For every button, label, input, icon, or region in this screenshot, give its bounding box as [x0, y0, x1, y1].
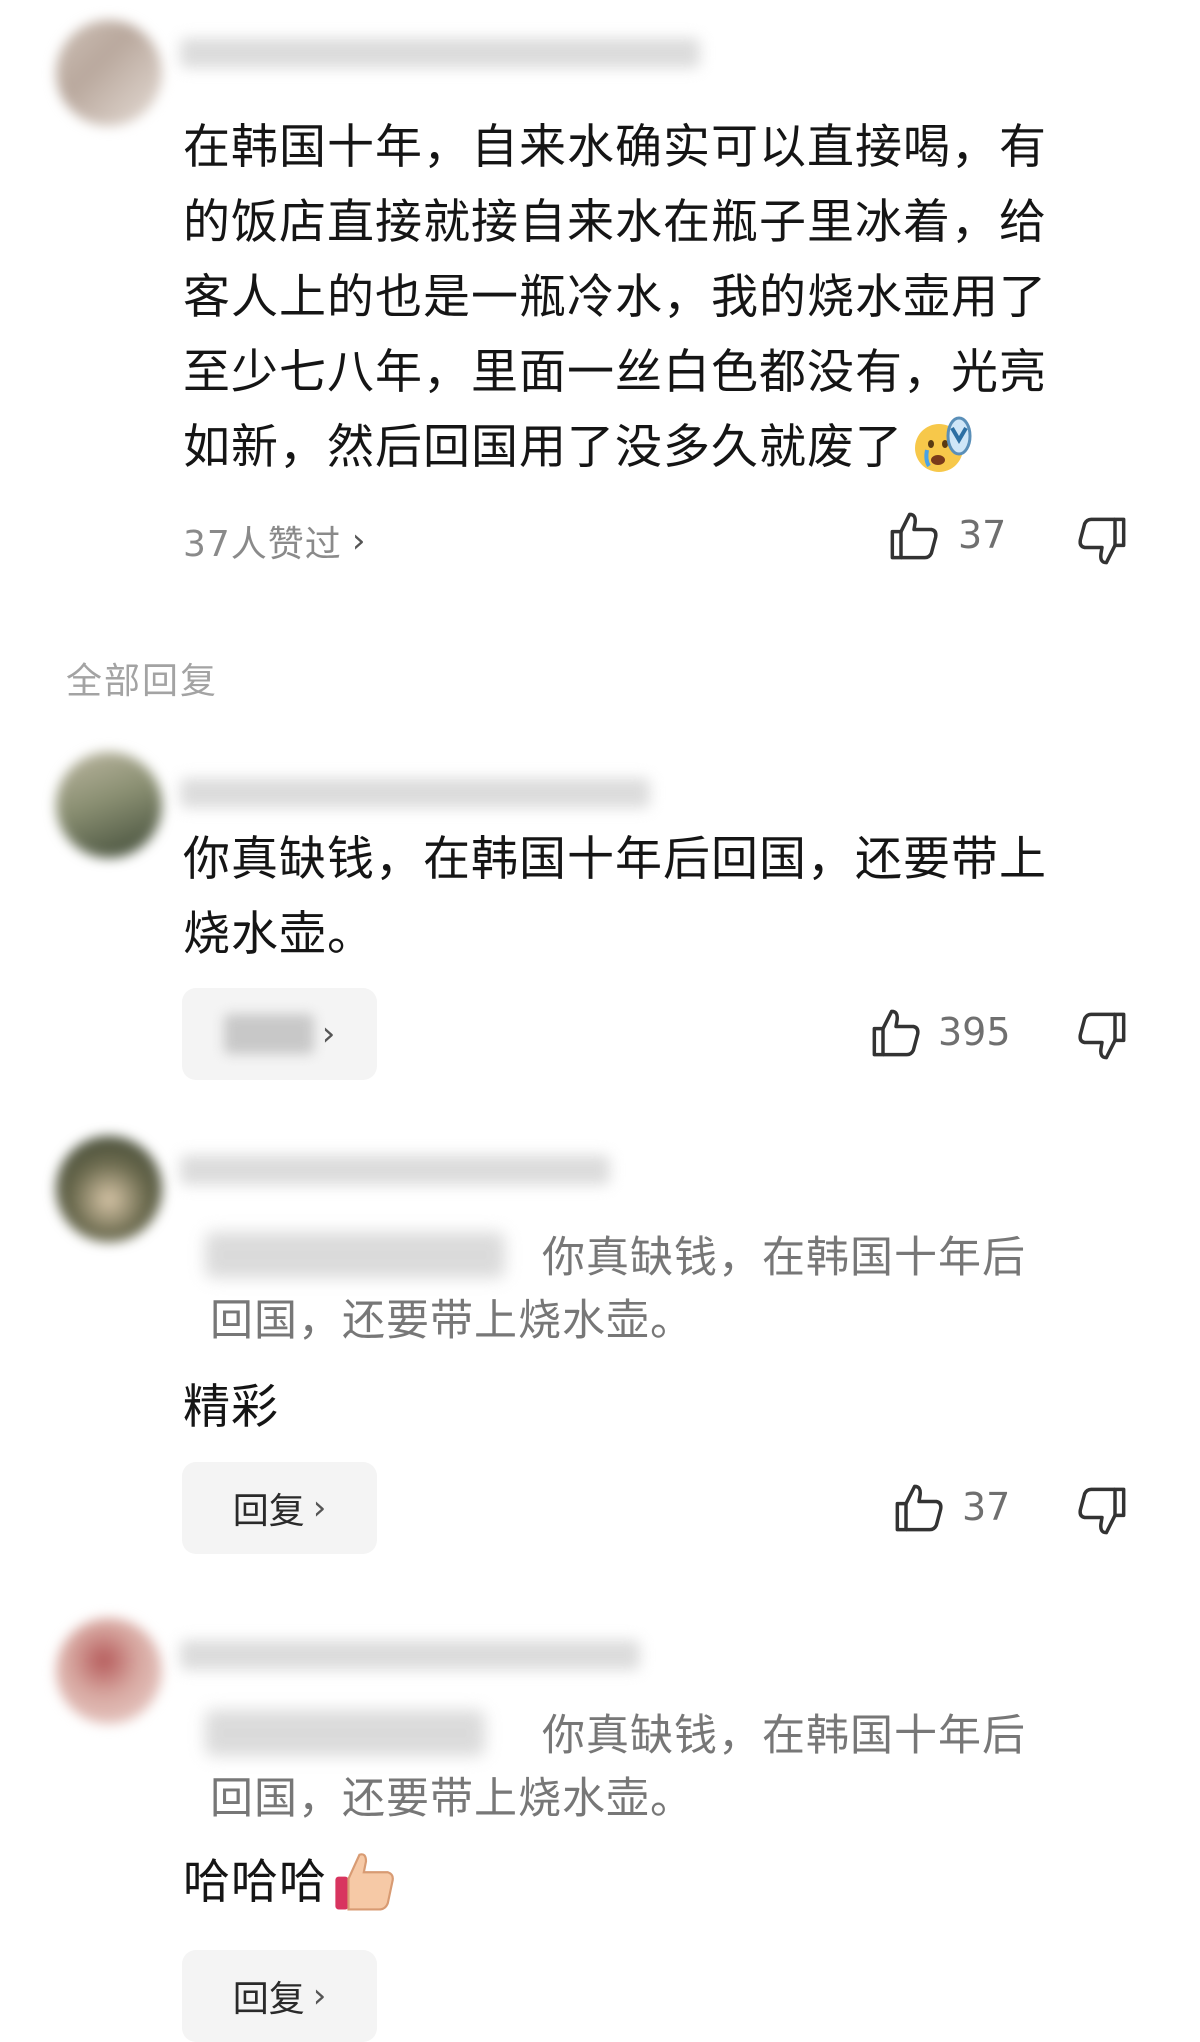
- comment-text-line-3: 客人上的也是一瓶冷水，我的烧水壶用了: [183, 270, 1047, 325]
- username-blurred[interactable]: [180, 38, 700, 68]
- username-blurred[interactable]: [180, 778, 650, 808]
- reply-button[interactable]: 回复 ›: [182, 1950, 377, 2042]
- thumbs-up-icon[interactable]: [888, 510, 940, 562]
- chevron-right-icon: ›: [312, 1488, 327, 1528]
- like-count: 37: [958, 513, 1007, 557]
- comment-text-line-1: 在韩国十年，自来水确实可以直接喝，有: [183, 120, 1047, 175]
- crying-face-slipper-emoji: [911, 414, 975, 482]
- reply-text-line-1: 你真缺钱，在韩国十年后回国，还要带上: [183, 832, 1047, 887]
- comment-text-line-2: 的饭店直接就接自来水在瓶子里冰着，给: [183, 195, 1047, 250]
- thumbs-up-emoji: [331, 1846, 401, 1920]
- thumbs-up-icon[interactable]: [870, 1007, 922, 1059]
- quote-text-line-1: 你真缺钱，在韩国十年后: [542, 1711, 1026, 1761]
- reply-label: 回复: [232, 1491, 305, 1532]
- thumbs-down-icon[interactable]: [1076, 1010, 1128, 1062]
- username-blurred[interactable]: [180, 1640, 640, 1670]
- reply-label: 回复: [232, 1979, 305, 2020]
- like-count: 37: [962, 1485, 1011, 1529]
- comment-text-line-4: 至少七八年，里面一丝白色都没有，光亮: [183, 345, 1047, 400]
- avatar[interactable]: [56, 1136, 162, 1242]
- section-label: 全部回复: [66, 661, 219, 702]
- quoted-username-blurred: [205, 1710, 485, 1756]
- quoted-username-blurred: [205, 1232, 505, 1278]
- like-count: 395: [938, 1010, 1011, 1054]
- reply-label-blurred: [223, 1014, 314, 1054]
- avatar[interactable]: [56, 20, 162, 126]
- chevron-right-icon: ›: [321, 1014, 336, 1054]
- reply-text-line-2: 烧水壶。: [183, 907, 375, 962]
- quote-text-line-2: 回国，还要带上烧水壶。: [210, 1296, 694, 1346]
- reply-button-collapsed[interactable]: ›: [182, 988, 377, 1080]
- reply-text: 哈哈哈: [183, 1855, 327, 1910]
- avatar[interactable]: [56, 1618, 162, 1724]
- likes-summary-label: 37人赞过: [183, 524, 342, 565]
- thumbs-down-icon[interactable]: [1076, 1485, 1128, 1537]
- reply-text: 精彩: [183, 1380, 279, 1435]
- thumbs-up-icon[interactable]: [893, 1482, 945, 1534]
- username-blurred[interactable]: [180, 1155, 610, 1185]
- thumbs-down-icon[interactable]: [1076, 515, 1128, 567]
- chevron-right-icon: ›: [312, 1976, 327, 2016]
- chevron-right-icon: ›: [351, 521, 367, 561]
- reply-button[interactable]: 回复 ›: [182, 1462, 377, 1554]
- likes-summary-link[interactable]: 37人赞过 ›: [183, 515, 366, 567]
- quote-text-line-1: 你真缺钱，在韩国十年后: [542, 1233, 1026, 1283]
- quote-text-line-2: 回国，还要带上烧水壶。: [210, 1774, 694, 1824]
- avatar[interactable]: [56, 752, 162, 858]
- comment-text-line-5: 如新，然后回国用了没多久就废了: [183, 420, 903, 475]
